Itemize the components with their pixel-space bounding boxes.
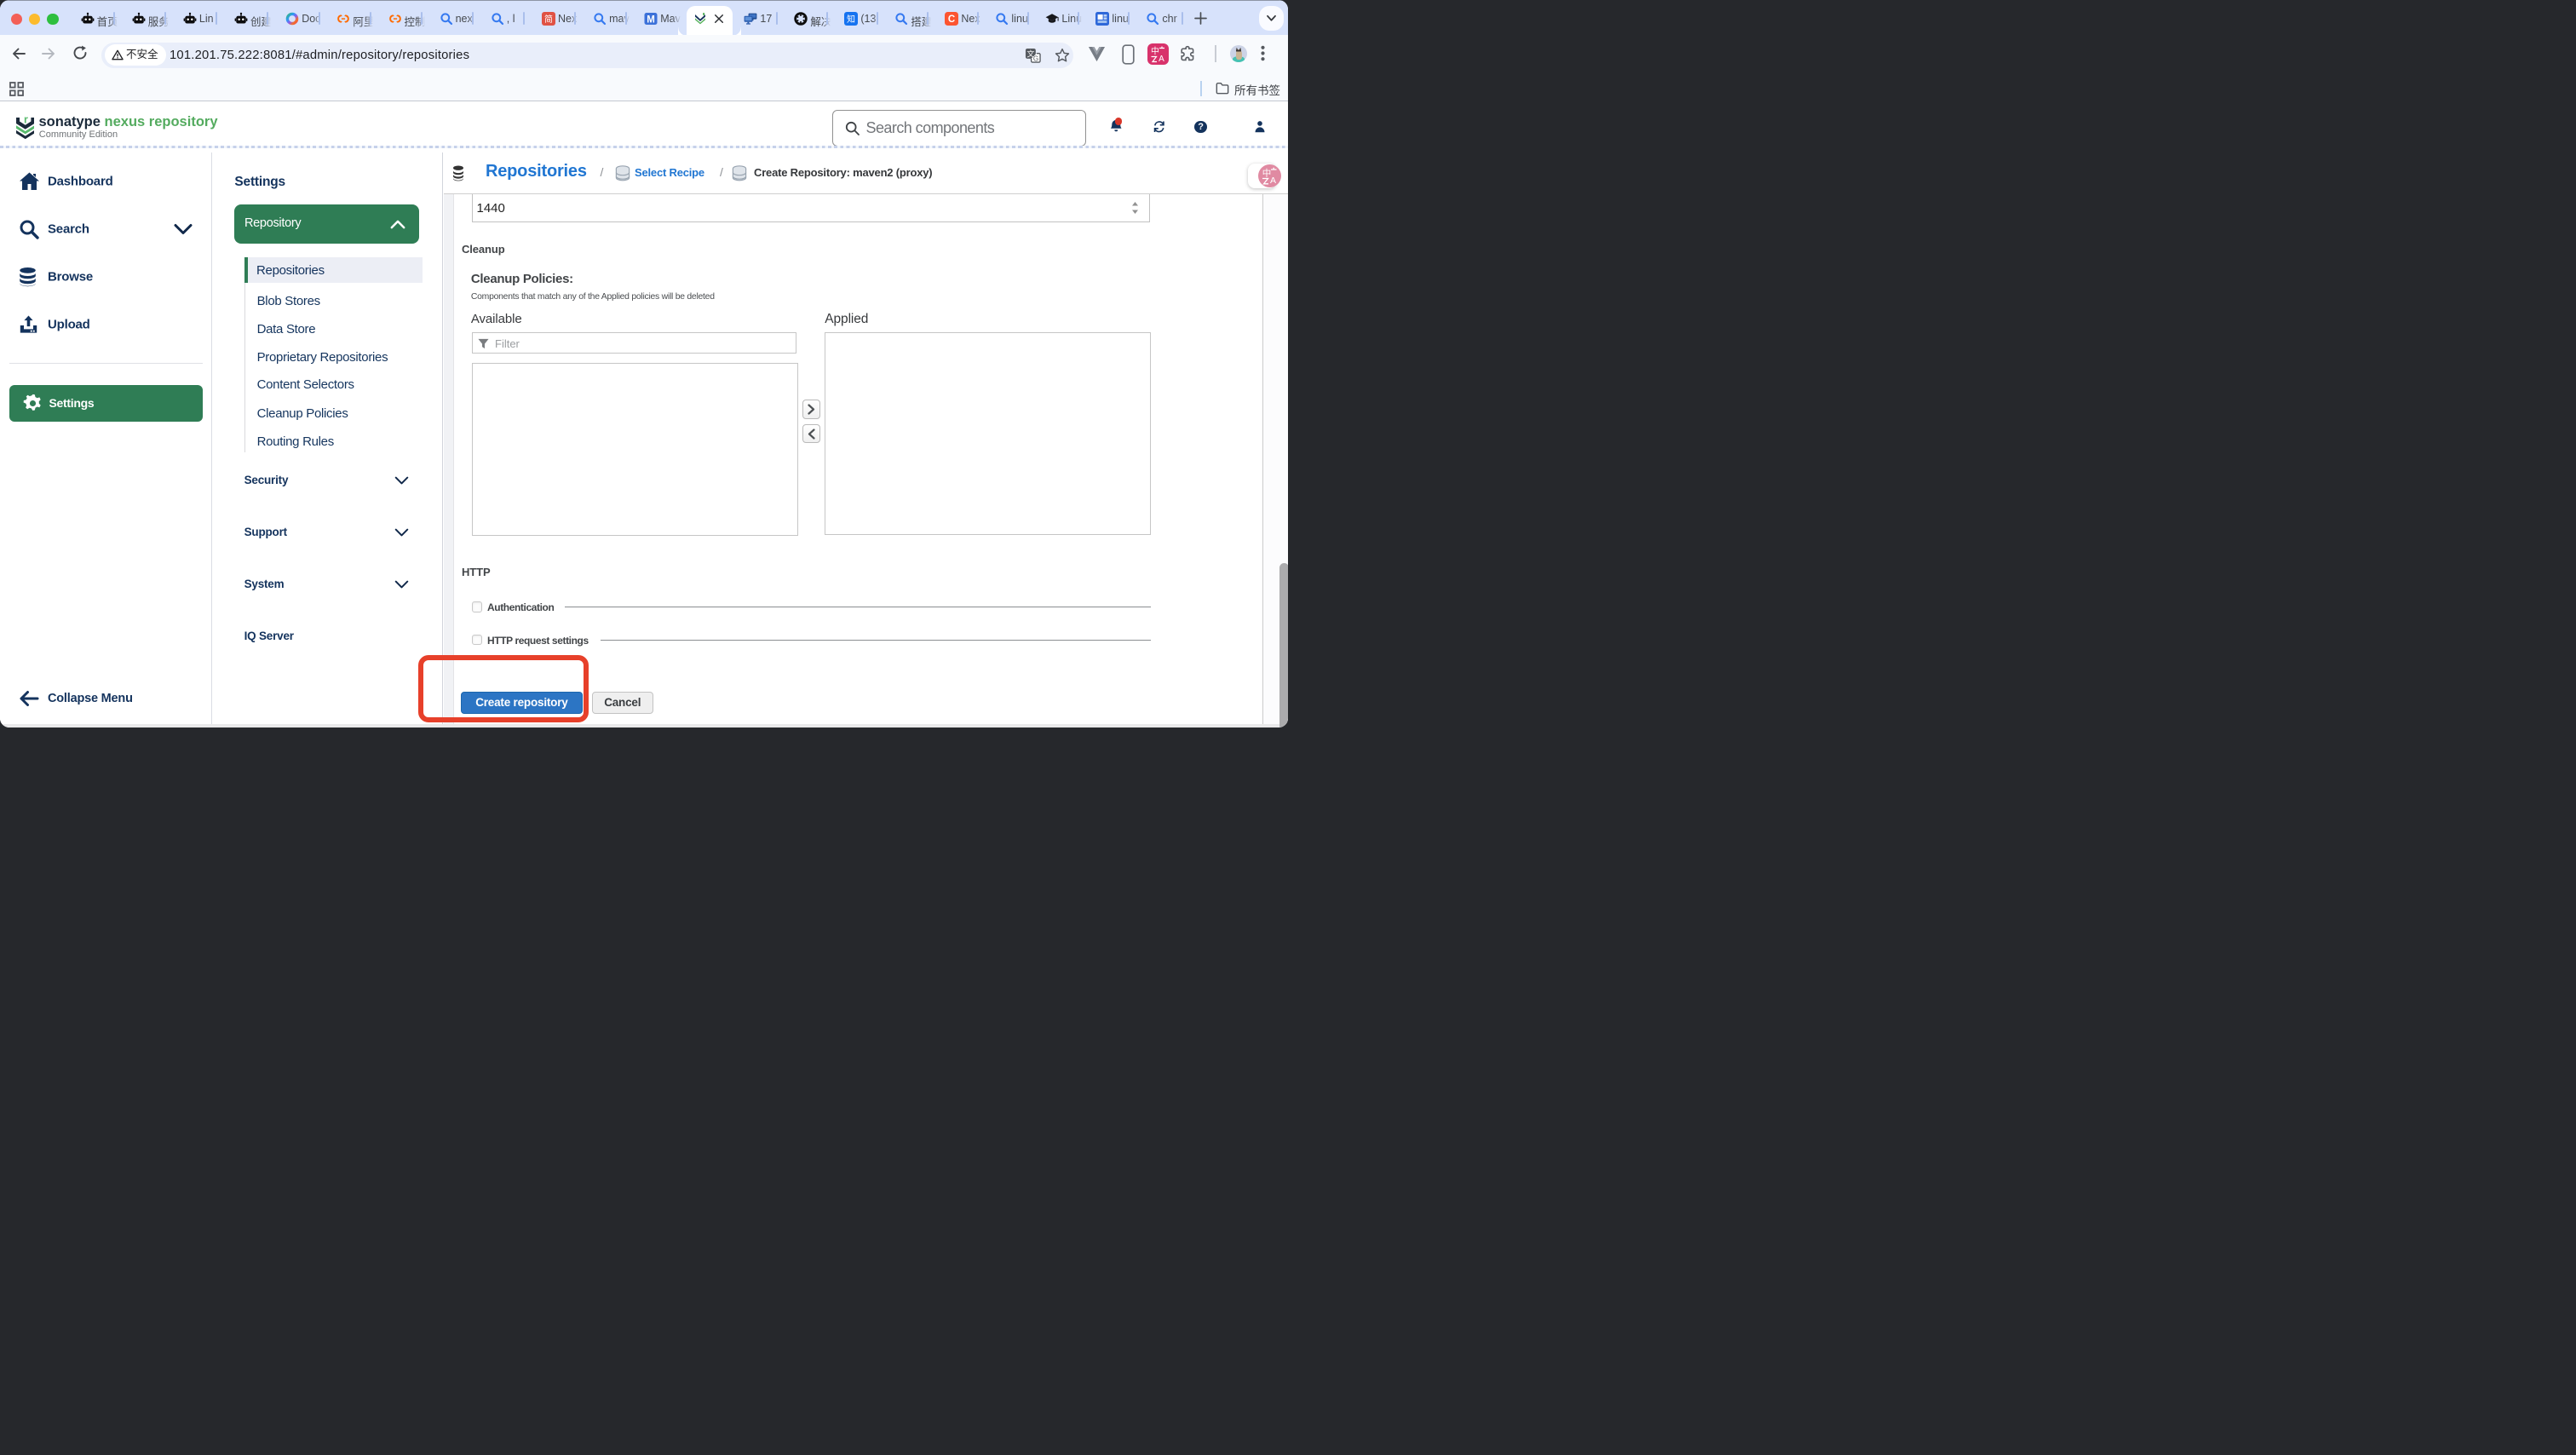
svg-text:A: A [1159, 55, 1164, 64]
svg-text:A: A [1269, 175, 1275, 186]
svg-text:M: M [647, 14, 655, 25]
svg-text:简: 简 [544, 14, 553, 25]
svg-text:r: r [24, 115, 28, 125]
svg-text:C: C [948, 14, 955, 25]
svg-text:知: 知 [847, 14, 855, 25]
svg-text:G: G [1033, 55, 1038, 62]
